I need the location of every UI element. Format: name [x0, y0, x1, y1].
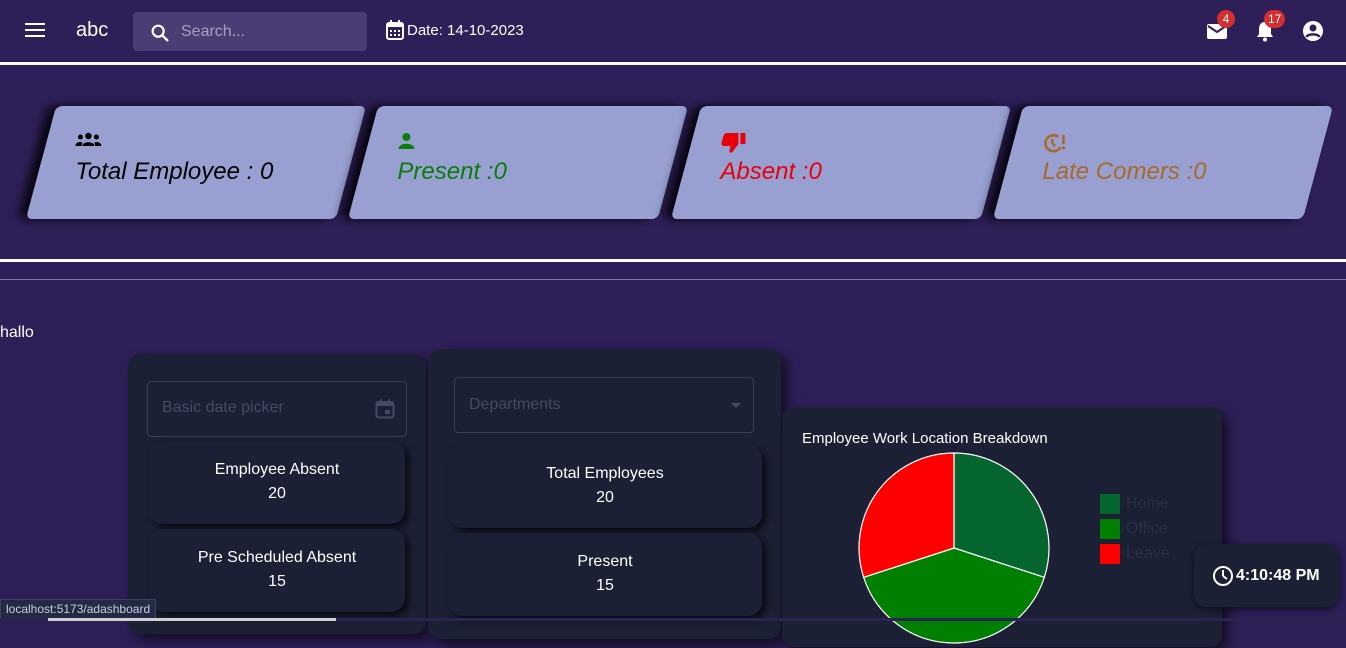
calendar-icon — [386, 20, 404, 40]
departments-placeholder: Departments — [469, 396, 561, 413]
person-icon — [398, 133, 415, 149]
search-box[interactable] — [133, 12, 367, 51]
mail-button[interactable]: 4 — [1205, 10, 1235, 43]
present-label: Present :0 — [397, 158, 507, 185]
total-employee-card: Total Employee : 0 — [25, 106, 367, 219]
date-display: Date: 14-10-2023 — [386, 20, 524, 40]
legend-label: Leave — [1126, 545, 1170, 562]
calendar-icon[interactable] — [375, 399, 395, 419]
employee-absent-card: Employee Absent 20 — [149, 441, 405, 524]
date-text: Date: 14-10-2023 — [407, 21, 524, 39]
menu-icon[interactable] — [22, 20, 48, 42]
absent-card: Absent :0 — [670, 106, 1012, 219]
stat-value: 20 — [268, 485, 286, 502]
search-input[interactable] — [179, 20, 358, 44]
legend-item-leave: Leave — [1100, 544, 1170, 564]
account-circle-icon — [1303, 21, 1323, 41]
clock-time: 4:10:48 PM — [1236, 567, 1320, 584]
dropdown-arrow-icon[interactable] — [730, 402, 742, 410]
late-comers-card: Late Comers :0 — [992, 106, 1334, 219]
present-stat-card: Present 15 — [448, 533, 762, 616]
work-location-chart-panel: Employee Work Location Breakdown Home Off… — [782, 407, 1222, 647]
thumb-down-icon — [721, 133, 746, 153]
brand-title: abc — [76, 19, 109, 41]
greeting-text: hallo — [0, 324, 34, 341]
departments-select[interactable]: Departments — [454, 377, 754, 433]
group-icon — [75, 132, 102, 146]
department-panel: Departments Total Employees 20 Present 1… — [428, 349, 781, 639]
stat-title: Pre Scheduled Absent — [197, 549, 357, 566]
total-employee-label: Total Employee : 0 — [75, 158, 274, 185]
legend-item-office: Office — [1100, 519, 1168, 539]
date-picker-placeholder: Basic date picker — [162, 399, 284, 416]
late-comers-label: Late Comers :0 — [1042, 158, 1207, 185]
total-employees-card: Total Employees 20 — [448, 445, 762, 528]
absence-panel: Basic date picker Employee Absent 20 Pre… — [128, 354, 426, 634]
status-bar-url: localhost:5173/adashboard — [0, 599, 157, 620]
legend-item-home: Home — [1100, 494, 1169, 514]
app-bar: abc Date: 14-10-2023 4 17 — [0, 0, 1346, 62]
legend-label: Home — [1126, 495, 1169, 512]
pre-scheduled-absent-card: Pre Scheduled Absent 15 — [149, 529, 405, 612]
notifications-badge: 17 — [1264, 10, 1286, 28]
stat-value: 15 — [268, 573, 286, 590]
divider — [0, 259, 1346, 262]
stat-title: Present — [577, 553, 633, 570]
stat-title: Total Employees — [546, 465, 664, 482]
account-button[interactable] — [1301, 19, 1325, 43]
search-icon — [151, 24, 169, 42]
legend-swatch — [1100, 544, 1120, 564]
clock-widget: 4:10:48 PM — [1194, 544, 1339, 607]
legend-label: Office — [1126, 520, 1168, 537]
divider — [0, 62, 1346, 65]
late-clock-icon — [1044, 133, 1066, 153]
chart-title: Employee Work Location Breakdown — [802, 430, 1048, 447]
stat-title: Employee Absent — [214, 461, 340, 478]
notifications-button[interactable]: 17 — [1253, 10, 1286, 43]
clock-icon — [1213, 566, 1233, 586]
absent-label: Absent :0 — [720, 158, 822, 185]
mail-badge: 4 — [1217, 10, 1235, 28]
legend-swatch — [1100, 494, 1120, 514]
date-picker-field[interactable]: Basic date picker — [147, 381, 407, 437]
present-card: Present :0 — [347, 106, 689, 219]
legend-swatch — [1100, 519, 1120, 539]
stat-value: 15 — [596, 577, 614, 594]
divider — [0, 279, 1346, 280]
stat-value: 20 — [596, 489, 614, 506]
